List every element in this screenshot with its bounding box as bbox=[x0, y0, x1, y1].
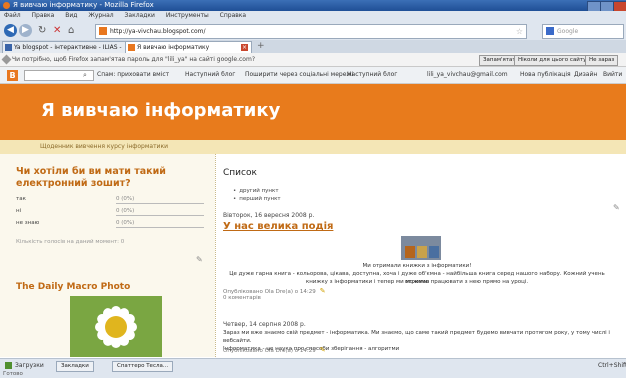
blogger-navbar: B ⌕ Спам: приховати вміст Наступний блог… bbox=[0, 67, 626, 84]
daily-macro-title: The Daily Macro Photo bbox=[16, 282, 131, 292]
poll-option-result: 0 (0%) bbox=[116, 206, 204, 216]
search-placeholder: Google bbox=[557, 28, 579, 35]
downloads-item[interactable]: Загрузки bbox=[5, 362, 44, 370]
blogger-link-spam[interactable]: Спам: приховати вміст bbox=[97, 67, 169, 83]
post-title-link[interactable]: У нас велика подія bbox=[223, 221, 333, 232]
tab-favicon bbox=[128, 44, 135, 51]
reload-icon[interactable]: ↻ bbox=[38, 25, 46, 36]
site-favicon bbox=[99, 27, 107, 35]
post-body: книжку з інформатики і тепер ми можемо п… bbox=[305, 279, 529, 285]
menu-bookmarks[interactable]: Закладки bbox=[125, 12, 155, 19]
poll-option-label: ні bbox=[16, 208, 22, 214]
sidebar: Чи хотіли би ви мати такий електронний з… bbox=[0, 154, 215, 357]
back-button[interactable]: ◀ bbox=[4, 24, 17, 37]
image-caption: Ми отримали книжки з інформатики! bbox=[362, 263, 472, 269]
status-right: Ctrl+Shift bbox=[598, 362, 626, 369]
tab-ilias[interactable]: Ya blogspot - інтерактивне - ILIAS - Moz… bbox=[2, 41, 134, 62]
main-column: Список другий пункт перший пункт ✎ Вівто… bbox=[217, 154, 626, 357]
not-now-button[interactable]: Не зараз bbox=[585, 55, 619, 66]
poll-option-label: так bbox=[16, 196, 26, 202]
tab-favicon bbox=[5, 44, 12, 51]
blogger-link-share[interactable]: Поширити через соціальні мережі bbox=[245, 67, 353, 83]
google-icon bbox=[546, 27, 554, 35]
tab-label: Я вивчаю інформатику bbox=[137, 44, 210, 51]
pencil-edit-icon[interactable]: ✎ bbox=[320, 346, 326, 354]
address-bar[interactable]: http://ya-vivchau.blogspot.com/ ☆ bbox=[95, 24, 527, 39]
home-icon[interactable]: ⌂ bbox=[68, 25, 74, 36]
post-author: Опубліковано Ola Dre(a) o 14:29 bbox=[223, 348, 316, 354]
new-post-link[interactable]: Нова публікація bbox=[520, 67, 571, 83]
wrench-edit-icon[interactable]: ✎ bbox=[196, 255, 203, 264]
menu-history[interactable]: Журнал bbox=[88, 12, 113, 19]
poll-question: Чи хотіли би ви мати такий електронний з… bbox=[16, 166, 166, 189]
never-for-site-button[interactable]: Ніколи для цього сайту bbox=[514, 55, 591, 66]
poll-option-label: не знаю bbox=[16, 220, 40, 226]
bookmarks-taskbar-button[interactable]: Закладки bbox=[56, 361, 94, 372]
post-meta: Опубліковано Ola Dre(a) o 14:29 ✎ bbox=[223, 347, 326, 355]
downloads-label: Загрузки bbox=[15, 362, 44, 369]
blog-description-bar: Щоденник вивчення курсу інформатики bbox=[0, 140, 626, 154]
bookmark-star-icon[interactable]: ☆ bbox=[516, 25, 523, 38]
poll-vote-count: Кількість голосів на даний момент: 0 bbox=[16, 239, 125, 245]
sign-out-link[interactable]: Вийти bbox=[603, 67, 622, 83]
blogger-link-next-blog[interactable]: Наступний блог bbox=[347, 67, 397, 83]
blogger-user: lili_ya_vivchau@gmail.com bbox=[427, 71, 508, 78]
url-text: http://ya-vivchau.blogspot.com/ bbox=[110, 28, 206, 35]
search-input[interactable]: Google bbox=[542, 24, 624, 39]
blog-description: Щоденник вивчення курсу інформатики bbox=[40, 143, 168, 150]
daisy-photo[interactable] bbox=[70, 296, 162, 357]
menu-help[interactable]: Справка bbox=[220, 12, 246, 19]
pencil-edit-icon[interactable]: ✎ bbox=[320, 287, 326, 295]
window-title: Я вивчаю інформатику - Mozilla Firefox bbox=[13, 1, 154, 9]
blogger-logo-icon[interactable]: B bbox=[7, 70, 18, 81]
post-date: Четвер, 14 серпня 2008 р. bbox=[223, 321, 306, 328]
password-notification: Чи потрібно, щоб Firefox запам'ятав паро… bbox=[0, 53, 626, 67]
poll-option[interactable]: так 0 (0%) bbox=[16, 194, 206, 204]
list-widget-title: Список bbox=[223, 168, 257, 178]
blog-title[interactable]: Я вивчаю інформатику bbox=[41, 100, 280, 121]
menu-file[interactable]: Файл bbox=[4, 12, 21, 19]
key-icon bbox=[1, 54, 12, 65]
wrench-edit-icon[interactable]: ✎ bbox=[613, 203, 620, 212]
poll-option-result: 0 (0%) bbox=[116, 218, 204, 228]
navigation-toolbar: ◀ ▶ ↻ ✕ ⌂ http://ya-vivchau.blogspot.com… bbox=[0, 21, 626, 41]
notification-text: Чи потрібно, щоб Firefox запам'ятав паро… bbox=[12, 56, 256, 63]
blog-header: Я вивчаю інформатику bbox=[0, 84, 626, 140]
taskbar-window-button[interactable]: Спаттеро Тесла... bbox=[112, 361, 174, 372]
tab-bar: Ya blogspot - інтерактивне - ILIAS - Moz… bbox=[0, 40, 626, 62]
status-bar: Загрузки Закладки Спаттеро Тесла... Ctrl… bbox=[0, 358, 626, 378]
firefox-icon bbox=[3, 2, 10, 9]
menu-edit[interactable]: Правка bbox=[32, 12, 55, 19]
list-item: перший пункт bbox=[233, 195, 280, 203]
search-icon[interactable]: ⌕ bbox=[83, 67, 87, 83]
blogger-link-next[interactable]: Наступний блог bbox=[185, 67, 235, 83]
forward-button[interactable]: ▶ bbox=[19, 24, 32, 37]
poll-option[interactable]: не знаю 0 (0%) bbox=[16, 218, 206, 228]
tab-blog[interactable]: Я вивчаю інформатику × bbox=[125, 41, 252, 53]
post-body-line: Зараз ми вже знаємо свій предмет - інфор… bbox=[223, 330, 610, 344]
comments-link[interactable]: 0 коментарів bbox=[223, 295, 261, 302]
menu-bar: Файл Правка Вид Журнал Закладки Инструме… bbox=[0, 11, 626, 21]
column-divider bbox=[215, 154, 216, 357]
new-tab-button[interactable]: + bbox=[257, 41, 265, 52]
post-date: Вівторок, 16 вересня 2008 р. bbox=[223, 212, 315, 219]
menu-tools[interactable]: Инструменты bbox=[166, 12, 209, 19]
close-tab-icon[interactable]: × bbox=[241, 44, 248, 51]
window-titlebar: Я вивчаю інформатику - Mozilla Firefox bbox=[0, 0, 626, 12]
stop-icon[interactable]: ✕ bbox=[53, 25, 61, 36]
poll-option[interactable]: ні 0 (0%) bbox=[16, 206, 206, 216]
design-link[interactable]: Дизайн bbox=[574, 67, 597, 83]
list-item: другий пункт bbox=[233, 187, 278, 195]
downloads-icon bbox=[5, 362, 12, 369]
books-photo[interactable] bbox=[401, 236, 441, 260]
poll-option-result: 0 (0%) bbox=[116, 194, 204, 204]
menu-view[interactable]: Вид bbox=[65, 12, 77, 19]
